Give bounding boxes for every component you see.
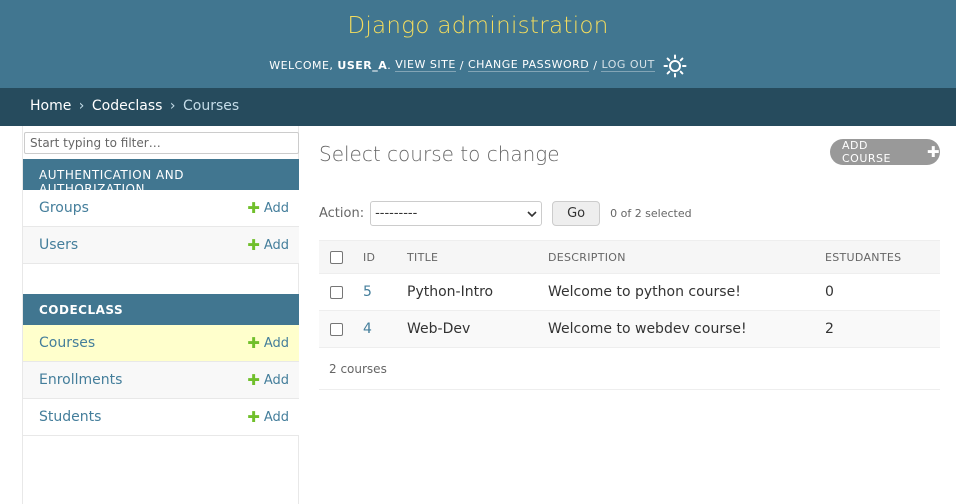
view-site-link[interactable]: VIEW SITE [395,58,456,72]
paginator: 2 courses [319,347,940,390]
chevron-down-icon [527,206,537,221]
sidebar-item-enrollments-link[interactable]: Enrollments [39,372,122,388]
select-all-checkbox[interactable] [330,250,343,264]
add-groups-link[interactable]: ✚ Add [247,199,289,217]
breadcrumb-separator: › [78,98,85,114]
module-codeclass: CODECLASS Courses ✚ Add Enrollments ✚ Add … [23,294,299,436]
row-id-cell: 5 [355,273,407,311]
add-course-button[interactable]: ADD COURSE ✚ [830,139,940,165]
log-out-link[interactable]: LOG OUT [601,58,655,72]
row-checkbox[interactable] [330,322,343,336]
sidebar-item-users[interactable]: Users ✚ Add [23,227,299,264]
add-label: Add [263,335,289,351]
sidebar-item-users-link[interactable]: Users [39,237,78,253]
breadcrumb-home[interactable]: Home [30,98,71,114]
row-id-link[interactable]: 5 [363,284,372,300]
breadcrumb-separator: › [169,98,176,114]
action-select-value: --------- [375,205,418,221]
user-tools: WELCOME, USER_A. VIEW SITE / CHANGE PASS… [0,53,956,78]
separator: / [459,58,464,72]
plus-icon: ✚ [247,236,260,254]
action-select[interactable]: --------- [370,200,543,226]
row-checkbox[interactable] [330,285,343,299]
table-row: 5 Python-Intro Welcome to python course!… [319,273,940,311]
sidebar-item-students[interactable]: Students ✚ Add [23,399,299,436]
actions-bar: Action: --------- Go 0 of 2 selected [319,200,692,226]
row-description: Welcome to python course! [548,273,825,311]
sidebar-item-enrollments[interactable]: Enrollments ✚ Add [23,362,299,399]
username: USER_A [337,58,388,72]
row-checkbox-cell [319,273,355,311]
action-counter: 0 of 2 selected [610,206,692,220]
column-header-estudantes[interactable]: ESTUDANTES [825,240,940,274]
row-title: Web-Dev [407,310,548,348]
table-row: 4 Web-Dev Welcome to webdev course! 2 [319,310,940,348]
add-label: Add [263,409,289,425]
add-courses-link[interactable]: ✚ Add [247,334,289,352]
table-header-row: ID TITLE DESCRIPTION ESTUDANTES [319,240,940,274]
go-button[interactable]: Go [552,200,601,226]
column-header-id[interactable]: ID [355,240,407,274]
change-password-link[interactable]: CHANGE PASSWORD [468,58,590,72]
breadcrumb: Home › Codeclass › Courses [0,88,956,126]
breadcrumb-app[interactable]: Codeclass [92,98,163,114]
nav-sidebar: AUTHENTICATION AND AUTHORIZATION Groups … [22,126,299,504]
action-label: Action: [319,205,365,221]
sidebar-item-groups-link[interactable]: Groups [39,200,89,216]
module-caption-auth[interactable]: AUTHENTICATION AND AUTHORIZATION [23,159,299,196]
site-name[interactable]: Django administration [0,13,956,39]
column-header-description[interactable]: DESCRIPTION [548,240,825,274]
nav-filter-input[interactable] [24,132,299,154]
add-users-link[interactable]: ✚ Add [247,236,289,254]
welcome-text: WELCOME, [269,58,334,72]
site-header: Django administration WELCOME, USER_A. V… [0,0,956,88]
plus-icon: ✚ [247,371,260,389]
add-enrollments-link[interactable]: ✚ Add [247,371,289,389]
plus-icon: ✚ [247,199,260,217]
row-checkbox-cell [319,310,355,348]
row-estudantes: 2 [825,310,940,348]
separator: / [593,58,598,72]
select-all-column [319,240,355,274]
row-title: Python-Intro [407,273,548,311]
row-description: Welcome to webdev course! [548,310,825,348]
sun-icon[interactable] [663,54,687,78]
sidebar-item-courses[interactable]: Courses ✚ Add [23,325,299,362]
add-course-label: ADD COURSE [842,139,891,165]
sidebar-item-students-link[interactable]: Students [39,409,101,425]
plus-icon: ✚ [926,143,940,161]
module-auth: AUTHENTICATION AND AUTHORIZATION Groups … [23,159,299,264]
add-students-link[interactable]: ✚ Add [247,408,289,426]
result-table: ID TITLE DESCRIPTION ESTUDANTES 5 Python… [319,240,940,348]
row-id-link[interactable]: 4 [363,321,372,337]
sidebar-item-courses-link[interactable]: Courses [39,335,95,351]
add-label: Add [263,200,289,216]
breadcrumb-current: Courses [182,98,240,114]
column-header-title[interactable]: TITLE [407,240,548,274]
row-estudantes: 0 [825,273,940,311]
plus-icon: ✚ [247,334,260,352]
add-label: Add [263,372,289,388]
plus-icon: ✚ [247,408,260,426]
add-label: Add [263,237,289,253]
module-caption-codeclass[interactable]: CODECLASS [23,294,299,325]
page-title: Select course to change [319,142,560,166]
row-id-cell: 4 [355,310,407,348]
